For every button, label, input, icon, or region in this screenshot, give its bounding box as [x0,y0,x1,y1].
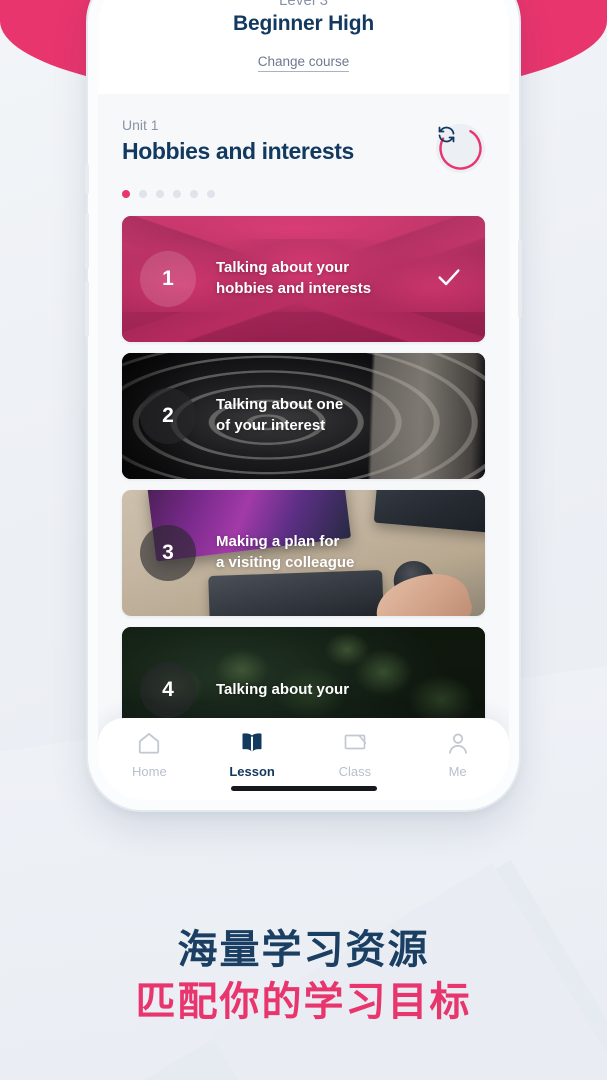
lesson-card-list: 1 Talking about your hobbies and interes… [122,216,485,753]
board-icon [344,734,367,750]
unit-carousel-dots[interactable] [122,190,485,198]
carousel-dot-3[interactable] [156,190,164,198]
lesson-number-badge: 1 [140,251,196,307]
person-icon [448,733,467,754]
home-icon [139,732,160,754]
desk-keyboard-shape [208,570,385,616]
bottom-tab-bar: Home Lesson Class Me [98,718,509,800]
tab-home[interactable]: Home [98,730,201,779]
unit-label: Unit 1 [122,117,159,133]
lesson-title-line-2: of your interest [216,417,326,434]
phone-mockup: Level 3 Beginner High Change course Unit… [85,0,522,810]
tab-lesson[interactable]: Lesson [201,730,304,779]
book-icon [242,733,262,752]
lesson-completed-check [435,263,463,296]
carousel-dot-2[interactable] [139,190,147,198]
marketing-line-1: 海量学习资源 [177,927,430,973]
tab-class[interactable]: Class [304,730,407,779]
lesson-title-line-2: a visiting colleague [216,554,355,571]
home-indicator[interactable] [230,786,377,791]
lesson-title-line-1: Talking about your [216,259,350,277]
change-course-link[interactable]: Change course [257,54,350,72]
phone-volume-up-button [85,213,89,269]
marketing-line-2: 匹配你的学习目标 [135,979,472,1025]
level-label: Level 3 [278,0,329,9]
unit-header: Unit 1 Hobbies and interests [122,116,485,173]
lesson-title: Making a plan for a visiting colleague [216,532,485,573]
unit-section: Unit 1 Hobbies and interests 1 Talking a… [98,94,509,800]
check-icon [438,268,460,285]
unit-meta: Unit 1 Hobbies and interests [122,116,354,165]
app-screen: Level 3 Beginner High Change course Unit… [98,0,509,800]
phone-power-button [518,240,522,318]
tab-label-home: Home [132,764,167,779]
unit-title: Hobbies and interests [122,138,354,164]
course-header: Level 3 Beginner High Change course [98,0,509,94]
lesson-card[interactable]: 1 Talking about your hobbies and interes… [122,216,485,342]
lesson-title: Talking about one of your interest [216,395,485,436]
tab-label-lesson: Lesson [229,764,275,779]
carousel-dot-5[interactable] [190,190,198,198]
refresh-icon [438,126,455,143]
tab-label-class: Class [338,764,372,779]
lesson-title-line-1: Talking about one [216,396,344,414]
lesson-number-badge: 3 [140,525,196,581]
lesson-number-badge: 4 [140,662,196,718]
lesson-title: Talking about your hobbies and interests [216,258,435,299]
carousel-dot-4[interactable] [173,190,181,198]
marketing-copy: 海量学习资源 匹配你的学习目标 [0,924,607,1028]
lesson-title-line-2: hobbies and interests [216,280,372,297]
phone-screen-bezel: Level 3 Beginner High Change course Unit… [98,0,509,800]
course-name: Beginner High [233,12,374,35]
unit-progress-ring[interactable] [436,124,485,173]
carousel-dot-1[interactable] [122,190,130,198]
lesson-title-line-1: Talking about your [216,680,350,698]
lesson-number-badge: 2 [140,388,196,444]
carousel-dot-6[interactable] [207,190,215,198]
lesson-title: Talking about your [216,680,485,701]
lesson-card[interactable]: 2 Talking about one of your interest [122,353,485,479]
phone-mute-button [85,164,89,194]
lesson-title-line-1: Making a plan for [216,533,340,551]
tab-me[interactable]: Me [406,730,509,779]
phone-volume-down-button [85,281,89,337]
lesson-card[interactable]: 3 Making a plan for a visiting colleague [122,490,485,616]
tab-label-me: Me [448,764,467,779]
